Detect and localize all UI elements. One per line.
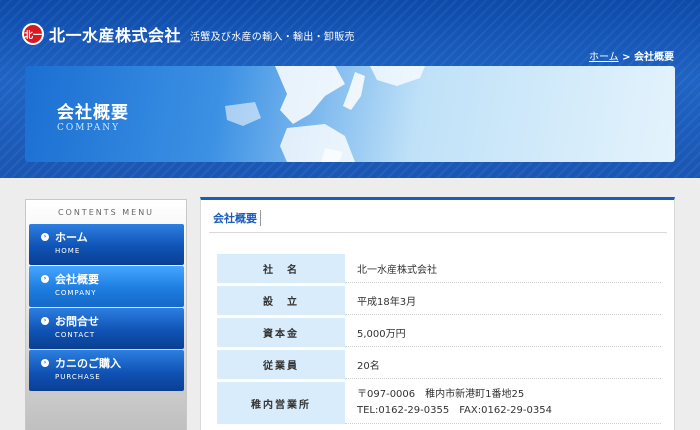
site-logo[interactable]: 北一 北一水産株式会社 (22, 22, 181, 46)
menu-item-sublabel: PURCHASE (55, 373, 101, 381)
breadcrumb-home-link[interactable]: ホーム (589, 52, 619, 63)
table-row: 従業員 20名 (217, 350, 661, 379)
section-heading: 会社概要 (213, 210, 261, 226)
site-header: 北一 北一水産株式会社 活蟹及び水産の輸入・輸出・卸販売 ホーム > 会社概要 … (0, 0, 700, 178)
address-text: 〒097-0006 稚内市新港町1番地25 (357, 388, 525, 400)
logo-mark-icon: 北一 (22, 23, 44, 45)
menu-item-label: ホーム (55, 231, 88, 244)
banner-title: 会社概要 (57, 103, 129, 123)
row-value: 20名 (345, 350, 661, 379)
phone-fax-text: TEL:0162-29-0355 FAX:0162-29-0354 (357, 404, 552, 416)
menu-item-purchase[interactable]: › カニのご購入 PURCHASE (29, 350, 184, 391)
menu-item-sublabel: CONTACT (55, 331, 96, 339)
menu-item-company[interactable]: › 会社概要 COMPANY (29, 266, 184, 307)
table-row: 社 名 北一水産株式会社 (217, 254, 661, 283)
contents-menu: CONTENTS MENU › ホーム HOME › 会社概要 COMPANY … (25, 199, 187, 430)
row-value: 北一水産株式会社 (345, 254, 661, 283)
breadcrumb-separator: > (618, 52, 634, 63)
company-info-table: 社 名 北一水産株式会社 設 立 平成18年3月 資本金 5,000万円 従業員… (217, 251, 661, 427)
menu-item-label: カニのご購入 (55, 357, 121, 370)
row-value: 平成18年3月 (345, 286, 661, 315)
row-label: 設 立 (217, 286, 345, 315)
table-row: 設 立 平成18年3月 (217, 286, 661, 315)
menu-item-sublabel: COMPANY (55, 289, 97, 297)
row-label: 社 名 (217, 254, 345, 283)
row-value: 5,000万円 (345, 318, 661, 347)
chevron-right-icon: › (41, 317, 49, 325)
breadcrumb: ホーム > 会社概要 (589, 48, 674, 63)
contents-menu-title: CONTENTS MENU (57, 208, 155, 217)
heading-divider (209, 232, 667, 233)
menu-item-label: 会社概要 (55, 273, 99, 286)
breadcrumb-current: 会社概要 (634, 52, 674, 63)
menu-item-home[interactable]: › ホーム HOME (29, 224, 184, 265)
menu-item-contact[interactable]: › お問合せ CONTACT (29, 308, 184, 349)
menu-item-sublabel: HOME (55, 247, 81, 255)
row-value: 〒097-0006 稚内市新港町1番地25 TEL:0162-29-0355 F… (345, 382, 661, 424)
company-name: 北一水産株式会社 (49, 26, 182, 45)
chevron-right-icon: › (41, 359, 49, 367)
row-label: 稚内営業所 (217, 382, 345, 424)
page-banner: 会社概要 COMPANY (25, 66, 675, 162)
table-row: 稚内営業所 〒097-0006 稚内市新港町1番地25 TEL:0162-29-… (217, 382, 661, 424)
row-label: 資本金 (217, 318, 345, 347)
company-info-panel: 会社概要 社 名 北一水産株式会社 設 立 平成18年3月 資本金 5,000万… (200, 197, 675, 430)
chevron-right-icon: › (41, 233, 49, 241)
table-row: 資本金 5,000万円 (217, 318, 661, 347)
chevron-right-icon: › (41, 275, 49, 283)
banner-subtitle: COMPANY (57, 123, 121, 133)
menu-item-label: お問合せ (55, 315, 99, 328)
row-label: 従業員 (217, 350, 345, 379)
site-tagline: 活蟹及び水産の輸入・輸出・卸販売 (190, 32, 355, 43)
